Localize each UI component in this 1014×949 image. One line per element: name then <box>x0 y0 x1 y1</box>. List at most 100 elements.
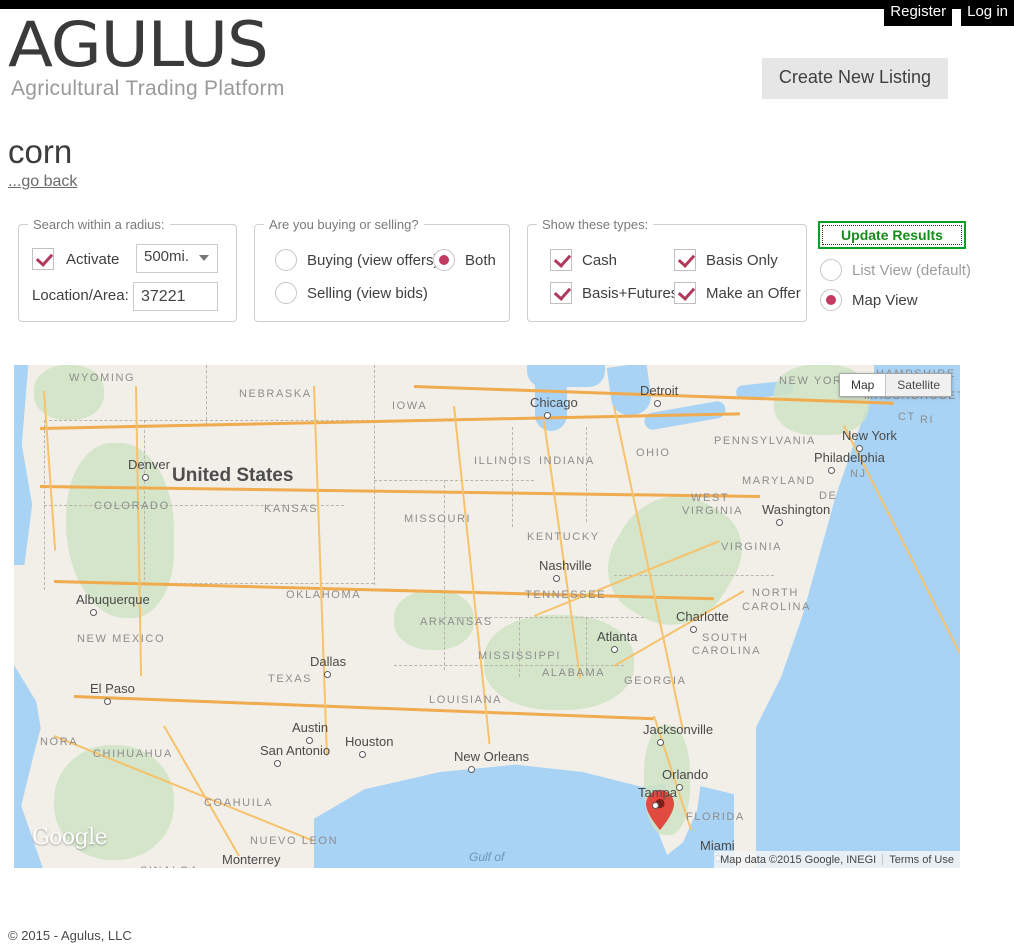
map-state-label: NEBRASKA <box>239 388 312 400</box>
map-state-label: WYOMING <box>69 372 136 384</box>
footer-copyright: © 2015 - Agulus, LLC <box>8 928 132 943</box>
border-h-7 <box>614 575 774 576</box>
map-state-label: FLORIDA <box>686 811 745 823</box>
border-v-4 <box>374 365 375 585</box>
both-label: Both <box>465 251 496 269</box>
map-city-dot <box>468 766 475 773</box>
types-column-left: Cash Basis+Futures <box>550 249 678 315</box>
border-h-6 <box>394 665 624 666</box>
map-state-label: NEW MEXICO <box>77 633 166 645</box>
create-new-listing-button[interactable]: Create New Listing <box>761 58 948 99</box>
buy-sell-filter-group: Are you buying or selling? Buying (view … <box>254 217 510 322</box>
selling-radio[interactable] <box>275 282 297 304</box>
border-h-4 <box>374 480 534 481</box>
checkbox-make-an-offer-row[interactable]: Make an Offer <box>674 282 801 304</box>
map-city-label: El Paso <box>90 681 135 696</box>
radius-distance-select[interactable]: 500mi. <box>136 244 218 273</box>
border-v-6 <box>512 427 513 527</box>
map-city-dot <box>676 784 683 791</box>
map-attribution-bar: Map data ©2015 Google, INEGI Terms of Us… <box>714 851 960 868</box>
map-city-label: Tampa <box>638 785 678 800</box>
border-v-7 <box>586 427 587 522</box>
map-city-dot <box>324 671 331 678</box>
radio-both[interactable]: Both <box>433 249 496 271</box>
map-state-label: TENNESSEE <box>525 589 607 601</box>
map-city-label: Atlanta <box>597 629 638 644</box>
map-state-label: IOWA <box>392 400 428 412</box>
page-root: Register Log in AGULUS Agricultural Trad… <box>0 0 1014 949</box>
map-city-label: Houston <box>345 734 394 749</box>
map-state-label: NJ <box>850 468 867 480</box>
basis-futures-label: Basis+Futures <box>582 284 679 302</box>
map-state-label: DE <box>819 490 838 502</box>
map-country-label: United States <box>172 465 294 486</box>
map-city-label: Chicago <box>530 395 578 410</box>
map-state-label: NUEVO LEON <box>250 835 339 847</box>
map-state-label: WEST <box>691 492 730 504</box>
radius-filter-group: Search within a radius: Activate 500mi. … <box>18 217 237 322</box>
map-city-dot <box>274 760 281 767</box>
map-city-label: Denver <box>128 457 170 472</box>
map-data-attribution: Map data ©2015 Google, INEGI <box>720 853 877 866</box>
map-city-label: Philadelphia <box>814 450 885 465</box>
vegetation-sierra-madre <box>54 745 174 860</box>
map-state-label: KANSAS <box>264 503 319 515</box>
map-state-label: VIRGINIA <box>721 541 783 553</box>
map-type-control[interactable]: Map Satellite <box>838 373 952 397</box>
map-state-label: ARKANSAS <box>420 616 493 628</box>
activate-label: Activate <box>66 250 120 268</box>
login-link[interactable]: Log in <box>961 0 1014 26</box>
buying-radio[interactable] <box>275 249 297 271</box>
basis-only-checkbox[interactable] <box>674 249 696 271</box>
make-an-offer-label: Make an Offer <box>706 284 801 302</box>
checkbox-basis-futures-row[interactable]: Basis+Futures <box>550 282 678 304</box>
location-label: Location/Area: <box>32 287 129 304</box>
list-view-radio[interactable] <box>820 259 842 281</box>
results-map[interactable]: WYOMING NEBRASKA IOWA COLORADO KANSAS MISSOUR… <box>14 365 960 868</box>
map-state-label: TEXAS <box>268 673 313 685</box>
map-city-dot <box>544 412 551 419</box>
map-state-label: CAROLINA <box>692 645 762 657</box>
make-an-offer-checkbox[interactable] <box>674 282 696 304</box>
map-city-label: Albuquerque <box>76 592 150 607</box>
basis-futures-checkbox[interactable] <box>550 282 572 304</box>
radio-buying[interactable]: Buying (view offers) <box>275 249 438 271</box>
map-city-dot <box>553 575 560 582</box>
map-city-label: Nashville <box>539 558 592 573</box>
location-input[interactable] <box>133 282 218 311</box>
cash-checkbox[interactable] <box>550 249 572 271</box>
register-link[interactable]: Register <box>884 0 953 26</box>
brand-logo[interactable]: AGULUS Agricultural Trading Platform <box>8 14 285 102</box>
map-city-dot <box>654 400 661 407</box>
map-city-dot <box>690 626 697 633</box>
map-type-satellite-button[interactable]: Satellite <box>886 374 951 396</box>
go-back-link[interactable]: ...go back <box>8 173 77 191</box>
terms-of-use-link[interactable]: Terms of Use <box>883 854 960 866</box>
radio-map-view[interactable]: Map View <box>820 289 918 311</box>
selling-label: Selling (view bids) <box>307 284 428 302</box>
checkbox-basis-only-row[interactable]: Basis Only <box>674 249 801 271</box>
map-city-dot <box>652 802 659 809</box>
radio-list-view[interactable]: List View (default) <box>820 259 971 281</box>
map-view-radio[interactable] <box>820 289 842 311</box>
types-legend: Show these types: <box>542 217 649 232</box>
map-city-dot <box>90 609 97 616</box>
both-radio[interactable] <box>433 249 455 271</box>
map-city-dot <box>142 474 149 481</box>
map-state-label: MARYLAND <box>742 475 816 487</box>
map-state-label: INDIANA <box>539 455 595 467</box>
map-city-dot <box>657 739 664 746</box>
radio-selling[interactable]: Selling (view bids) <box>275 282 428 304</box>
map-type-map-button[interactable]: Map <box>839 374 886 396</box>
map-state-label: CAROLINA <box>742 601 812 613</box>
border-v-8 <box>519 617 520 677</box>
map-city-label: Austin <box>292 720 329 735</box>
location-row: Location/Area: <box>32 287 129 305</box>
update-results-button[interactable]: Update Results <box>818 221 966 249</box>
activate-checkbox[interactable] <box>32 248 54 270</box>
checkbox-cash-row[interactable]: Cash <box>550 249 678 271</box>
map-state-label: CT <box>898 411 916 423</box>
brand-name: AGULUS <box>8 8 269 81</box>
buying-label: Buying (view offers) <box>307 251 439 269</box>
map-state-label: OKLAHOMA <box>286 589 362 601</box>
